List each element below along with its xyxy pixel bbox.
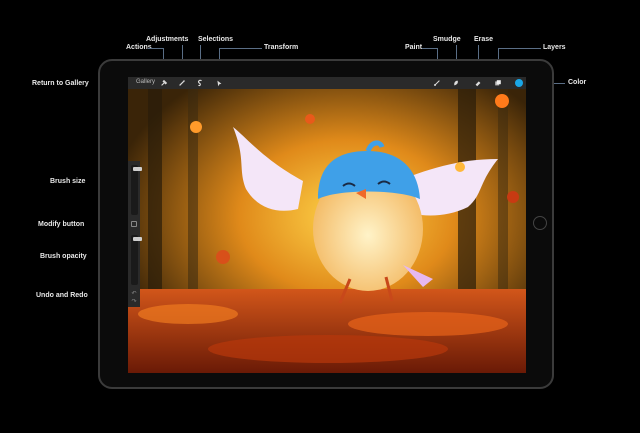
brush-opacity-slider[interactable]	[131, 235, 142, 285]
adjustments-magic-wand-icon[interactable]	[178, 79, 186, 87]
callout-layers: Layers	[543, 44, 566, 51]
leader-transform	[219, 48, 262, 49]
brush-opacity-thumb[interactable]	[133, 237, 142, 241]
callout-brush-opacity: Brush opacity	[40, 253, 87, 260]
callout-return-to-gallery: Return to Gallery	[32, 80, 89, 87]
undo-button[interactable]: ↶	[131, 291, 137, 297]
top-toolbar: Gallery	[128, 77, 526, 89]
actions-wrench-icon[interactable]	[160, 79, 168, 87]
gallery-button[interactable]: Gallery	[136, 79, 155, 85]
callout-smudge: Smudge	[433, 36, 461, 43]
layers-icon[interactable]	[494, 79, 502, 87]
color-swatch-button[interactable]	[515, 79, 523, 87]
erase-eraser-icon[interactable]	[474, 79, 482, 87]
callout-adjustments: Adjustments	[146, 36, 189, 43]
callout-paint: Paint	[405, 44, 423, 51]
brush-size-thumb[interactable]	[133, 167, 142, 171]
modify-button[interactable]	[131, 221, 137, 227]
paint-brush-icon[interactable]	[433, 79, 441, 87]
home-button[interactable]	[533, 216, 547, 230]
smudge-finger-icon[interactable]	[452, 79, 460, 87]
redo-button[interactable]: ↷	[131, 299, 137, 305]
callout-undo-and-redo: Undo and Redo	[36, 292, 88, 299]
left-sidebar: ↶ ↷	[128, 161, 142, 307]
callout-transform: Transform	[264, 44, 299, 51]
callout-brush-size: Brush size	[50, 178, 86, 185]
canvas-artwork[interactable]	[128, 89, 526, 373]
leader-layers	[498, 48, 541, 49]
leader-actions	[148, 48, 163, 49]
selections-s-icon[interactable]	[196, 79, 204, 87]
callout-selections: Selections	[198, 36, 234, 43]
callout-color: Color	[568, 79, 587, 86]
callout-erase: Erase	[474, 36, 494, 43]
transform-arrow-icon[interactable]	[215, 79, 223, 87]
leader-paint	[422, 48, 438, 49]
callout-modify-button: Modify button	[38, 221, 85, 228]
app-screen: Gallery ↶ ↷	[128, 77, 526, 373]
brush-size-slider[interactable]	[131, 165, 142, 215]
